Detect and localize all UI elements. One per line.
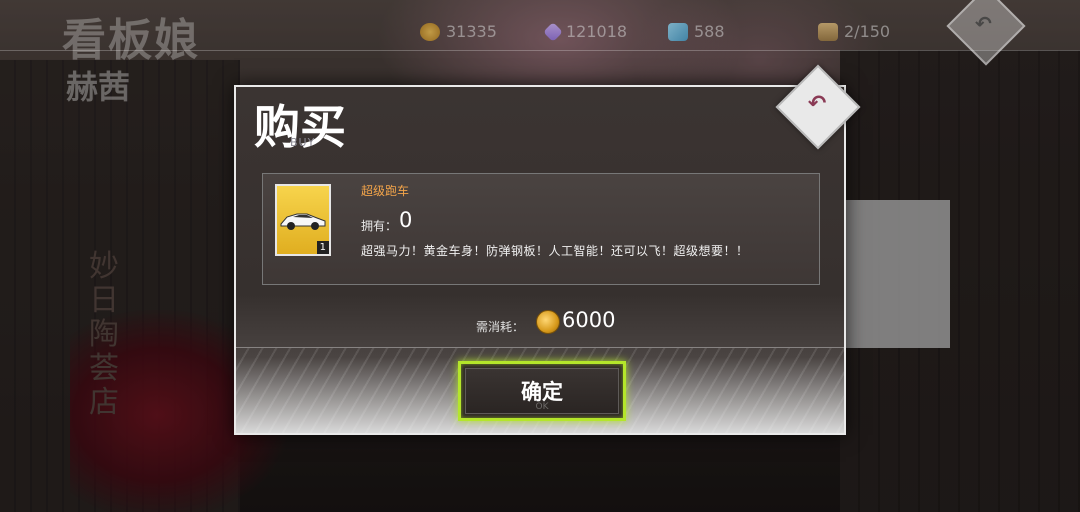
dialog-title-en: BUY [290, 136, 316, 149]
resource-gem: 588 [668, 22, 725, 41]
resource-gold-value: 31335 [446, 22, 497, 41]
crystal-icon [543, 21, 563, 42]
gold-coin-icon [420, 22, 440, 41]
gold-coin-icon [536, 310, 560, 334]
sports-car-icon: 1 [275, 184, 331, 256]
resource-gold: 31335 [420, 22, 497, 41]
resource-crystal-value: 121018 [566, 22, 628, 41]
gem-icon [668, 22, 688, 41]
owned-label: 拥有： [361, 219, 398, 233]
item-count-badge: 1 [316, 241, 329, 254]
resource-inventory: 2/150 [818, 22, 890, 41]
confirm-button-sublabel: OK [535, 402, 549, 412]
resource-inventory-value: 2/150 [844, 22, 891, 41]
resource-crystal: 121018 [543, 21, 628, 42]
inventory-box-icon [818, 22, 838, 41]
item-info-panel: 1 超级跑车 拥有： 0 超强马力！黄金车身！防弹钢板！人工智能！还可以飞！超级… [262, 173, 820, 285]
owned-value: 0 [399, 208, 413, 232]
back-arrow-icon: ↶ [807, 91, 827, 117]
resource-gem-value: 588 [694, 22, 725, 41]
item-description: 超强马力！黄金车身！防弹钢板！人工智能！还可以飞！超级想要！！ [361, 244, 749, 258]
confirm-button[interactable]: 确定 OK [458, 361, 626, 421]
back-arrow-icon: ↶ [975, 11, 992, 36]
cost-value: 6000 [562, 308, 616, 332]
item-name: 超级跑车 [361, 184, 410, 198]
page-title: 看板娘 [62, 15, 200, 66]
cost-label: 需消耗： [476, 320, 525, 334]
purchase-dialog: 购买 BUY ↶ 1 超级跑车 拥有： 0 超强马力！黄金车身！防弹钢板！人工智… [234, 64, 861, 435]
character-name: 赫茜 [66, 68, 131, 106]
